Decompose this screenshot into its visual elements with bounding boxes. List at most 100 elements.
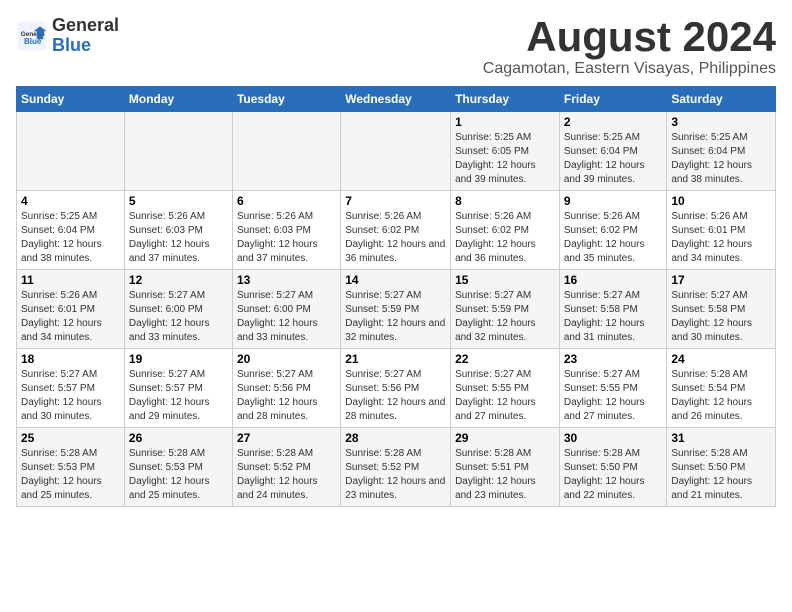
day-info: Sunrise: 5:27 AM Sunset: 5:57 PM Dayligh…	[129, 368, 228, 424]
day-number: 9	[564, 194, 663, 208]
day-info: Sunrise: 5:26 AM Sunset: 6:02 PM Dayligh…	[345, 210, 446, 266]
calendar-cell: 21 Sunrise: 5:27 AM Sunset: 5:56 PM Dayli…	[341, 349, 451, 428]
calendar-cell: 29Sunrise: 5:28 AM Sunset: 5:51 PM Dayli…	[451, 428, 560, 507]
calendar-cell: 10Sunrise: 5:26 AM Sunset: 6:01 PM Dayli…	[667, 191, 776, 270]
calendar-cell: 16 Sunrise: 5:27 AM Sunset: 5:58 PM Dayli…	[559, 270, 667, 349]
header-monday: Monday	[124, 87, 232, 112]
header-friday: Friday	[559, 87, 667, 112]
calendar-cell: 8Sunrise: 5:26 AM Sunset: 6:02 PM Daylig…	[451, 191, 560, 270]
day-info: Sunrise: 5:28 AM Sunset: 5:54 PM Dayligh…	[671, 368, 771, 424]
day-number: 4	[21, 194, 120, 208]
day-number: 31	[671, 431, 771, 445]
day-number: 17	[671, 273, 771, 287]
day-number: 24	[671, 352, 771, 366]
calendar-cell: 24 Sunrise: 5:28 AM Sunset: 5:54 PM Dayli…	[667, 349, 776, 428]
logo-text-blue: Blue	[52, 36, 119, 56]
day-number: 21	[345, 352, 446, 366]
day-info: Sunrise: 5:27 AM Sunset: 6:00 PM Dayligh…	[129, 289, 228, 345]
day-number: 3	[671, 115, 771, 129]
calendar-week-2: 4 Sunrise: 5:25 AM Sunset: 6:04 PM Daylig…	[17, 191, 776, 270]
logo-icon: General Blue	[16, 20, 48, 52]
calendar-cell: 7 Sunrise: 5:26 AM Sunset: 6:02 PM Daylig…	[341, 191, 451, 270]
day-info: Sunrise: 5:27 AM Sunset: 5:55 PM Dayligh…	[455, 368, 555, 424]
day-number: 16	[564, 273, 663, 287]
day-info: Sunrise: 5:27 AM Sunset: 5:59 PM Dayligh…	[455, 289, 555, 345]
page-header: General Blue General Blue August 2024 Ca…	[16, 16, 776, 78]
calendar-cell: 12 Sunrise: 5:27 AM Sunset: 6:00 PM Dayli…	[124, 270, 232, 349]
day-info: Sunrise: 5:27 AM Sunset: 5:55 PM Dayligh…	[564, 368, 663, 424]
day-info: Sunrise: 5:25 AM Sunset: 6:05 PM Dayligh…	[455, 131, 555, 187]
day-number: 5	[129, 194, 228, 208]
calendar-week-5: 25 Sunrise: 5:28 AM Sunset: 5:53 PM Dayli…	[17, 428, 776, 507]
day-number: 30	[564, 431, 663, 445]
day-number: 11	[21, 273, 120, 287]
day-info: Sunrise: 5:27 AM Sunset: 5:58 PM Dayligh…	[564, 289, 663, 345]
day-info: Sunrise: 5:28 AM Sunset: 5:50 PM Dayligh…	[671, 447, 771, 503]
day-info: Sunrise: 5:26 AM Sunset: 6:03 PM Dayligh…	[237, 210, 336, 266]
calendar-cell	[232, 112, 340, 191]
day-info: Sunrise: 5:27 AM Sunset: 5:56 PM Dayligh…	[237, 368, 336, 424]
day-number: 25	[21, 431, 120, 445]
logo-text-general: General	[52, 16, 119, 36]
calendar-cell: 23 Sunrise: 5:27 AM Sunset: 5:55 PM Dayli…	[559, 349, 667, 428]
day-number: 12	[129, 273, 228, 287]
calendar-cell: 3 Sunrise: 5:25 AM Sunset: 6:04 PM Daylig…	[667, 112, 776, 191]
calendar-cell: 9 Sunrise: 5:26 AM Sunset: 6:02 PM Daylig…	[559, 191, 667, 270]
calendar-cell: 2Sunrise: 5:25 AM Sunset: 6:04 PM Daylig…	[559, 112, 667, 191]
day-number: 22	[455, 352, 555, 366]
day-number: 13	[237, 273, 336, 287]
day-info: Sunrise: 5:27 AM Sunset: 5:59 PM Dayligh…	[345, 289, 446, 345]
day-info: Sunrise: 5:28 AM Sunset: 5:50 PM Dayligh…	[564, 447, 663, 503]
day-info: Sunrise: 5:26 AM Sunset: 6:01 PM Dayligh…	[671, 210, 771, 266]
calendar-cell: 5 Sunrise: 5:26 AM Sunset: 6:03 PM Daylig…	[124, 191, 232, 270]
day-info: Sunrise: 5:27 AM Sunset: 6:00 PM Dayligh…	[237, 289, 336, 345]
day-number: 23	[564, 352, 663, 366]
day-info: Sunrise: 5:27 AM Sunset: 5:57 PM Dayligh…	[21, 368, 120, 424]
calendar-cell: 17 Sunrise: 5:27 AM Sunset: 5:58 PM Dayli…	[667, 270, 776, 349]
day-number: 7	[345, 194, 446, 208]
header-saturday: Saturday	[667, 87, 776, 112]
calendar-cell: 4 Sunrise: 5:25 AM Sunset: 6:04 PM Daylig…	[17, 191, 125, 270]
calendar-cell: 25 Sunrise: 5:28 AM Sunset: 5:53 PM Dayli…	[17, 428, 125, 507]
day-info: Sunrise: 5:27 AM Sunset: 5:56 PM Dayligh…	[345, 368, 446, 424]
calendar-week-4: 18Sunrise: 5:27 AM Sunset: 5:57 PM Dayli…	[17, 349, 776, 428]
title-area: August 2024 Cagamotan, Eastern Visayas, …	[483, 16, 776, 78]
day-info: Sunrise: 5:26 AM Sunset: 6:02 PM Dayligh…	[564, 210, 663, 266]
day-info: Sunrise: 5:28 AM Sunset: 5:53 PM Dayligh…	[129, 447, 228, 503]
day-info: Sunrise: 5:28 AM Sunset: 5:53 PM Dayligh…	[21, 447, 120, 503]
calendar-cell: 31 Sunrise: 5:28 AM Sunset: 5:50 PM Dayli…	[667, 428, 776, 507]
calendar-cell: 28 Sunrise: 5:28 AM Sunset: 5:52 PM Dayli…	[341, 428, 451, 507]
day-info: Sunrise: 5:28 AM Sunset: 5:52 PM Dayligh…	[345, 447, 446, 503]
logo: General Blue General Blue	[16, 16, 119, 56]
day-number: 14	[345, 273, 446, 287]
header-tuesday: Tuesday	[232, 87, 340, 112]
calendar-cell: 6 Sunrise: 5:26 AM Sunset: 6:03 PM Daylig…	[232, 191, 340, 270]
calendar-title: August 2024	[483, 16, 776, 58]
calendar-table: SundayMondayTuesdayWednesdayThursdayFrid…	[16, 86, 776, 507]
header-thursday: Thursday	[451, 87, 560, 112]
day-info: Sunrise: 5:27 AM Sunset: 5:58 PM Dayligh…	[671, 289, 771, 345]
calendar-cell	[124, 112, 232, 191]
day-number: 20	[237, 352, 336, 366]
day-info: Sunrise: 5:26 AM Sunset: 6:03 PM Dayligh…	[129, 210, 228, 266]
day-info: Sunrise: 5:25 AM Sunset: 6:04 PM Dayligh…	[671, 131, 771, 187]
day-number: 27	[237, 431, 336, 445]
day-info: Sunrise: 5:25 AM Sunset: 6:04 PM Dayligh…	[21, 210, 120, 266]
calendar-cell: 1 Sunrise: 5:25 AM Sunset: 6:05 PM Daylig…	[451, 112, 560, 191]
day-number: 1	[455, 115, 555, 129]
day-number: 6	[237, 194, 336, 208]
day-info: Sunrise: 5:28 AM Sunset: 5:51 PM Dayligh…	[455, 447, 555, 503]
day-info: Sunrise: 5:28 AM Sunset: 5:52 PM Dayligh…	[237, 447, 336, 503]
calendar-cell: 15Sunrise: 5:27 AM Sunset: 5:59 PM Dayli…	[451, 270, 560, 349]
calendar-header-row: SundayMondayTuesdayWednesdayThursdayFrid…	[17, 87, 776, 112]
calendar-subtitle: Cagamotan, Eastern Visayas, Philippines	[483, 60, 776, 78]
day-number: 28	[345, 431, 446, 445]
calendar-cell: 14 Sunrise: 5:27 AM Sunset: 5:59 PM Dayli…	[341, 270, 451, 349]
header-wednesday: Wednesday	[341, 87, 451, 112]
calendar-cell: 30 Sunrise: 5:28 AM Sunset: 5:50 PM Dayli…	[559, 428, 667, 507]
calendar-cell: 20 Sunrise: 5:27 AM Sunset: 5:56 PM Dayli…	[232, 349, 340, 428]
calendar-cell	[17, 112, 125, 191]
day-number: 8	[455, 194, 555, 208]
day-number: 19	[129, 352, 228, 366]
calendar-cell: 11Sunrise: 5:26 AM Sunset: 6:01 PM Dayli…	[17, 270, 125, 349]
